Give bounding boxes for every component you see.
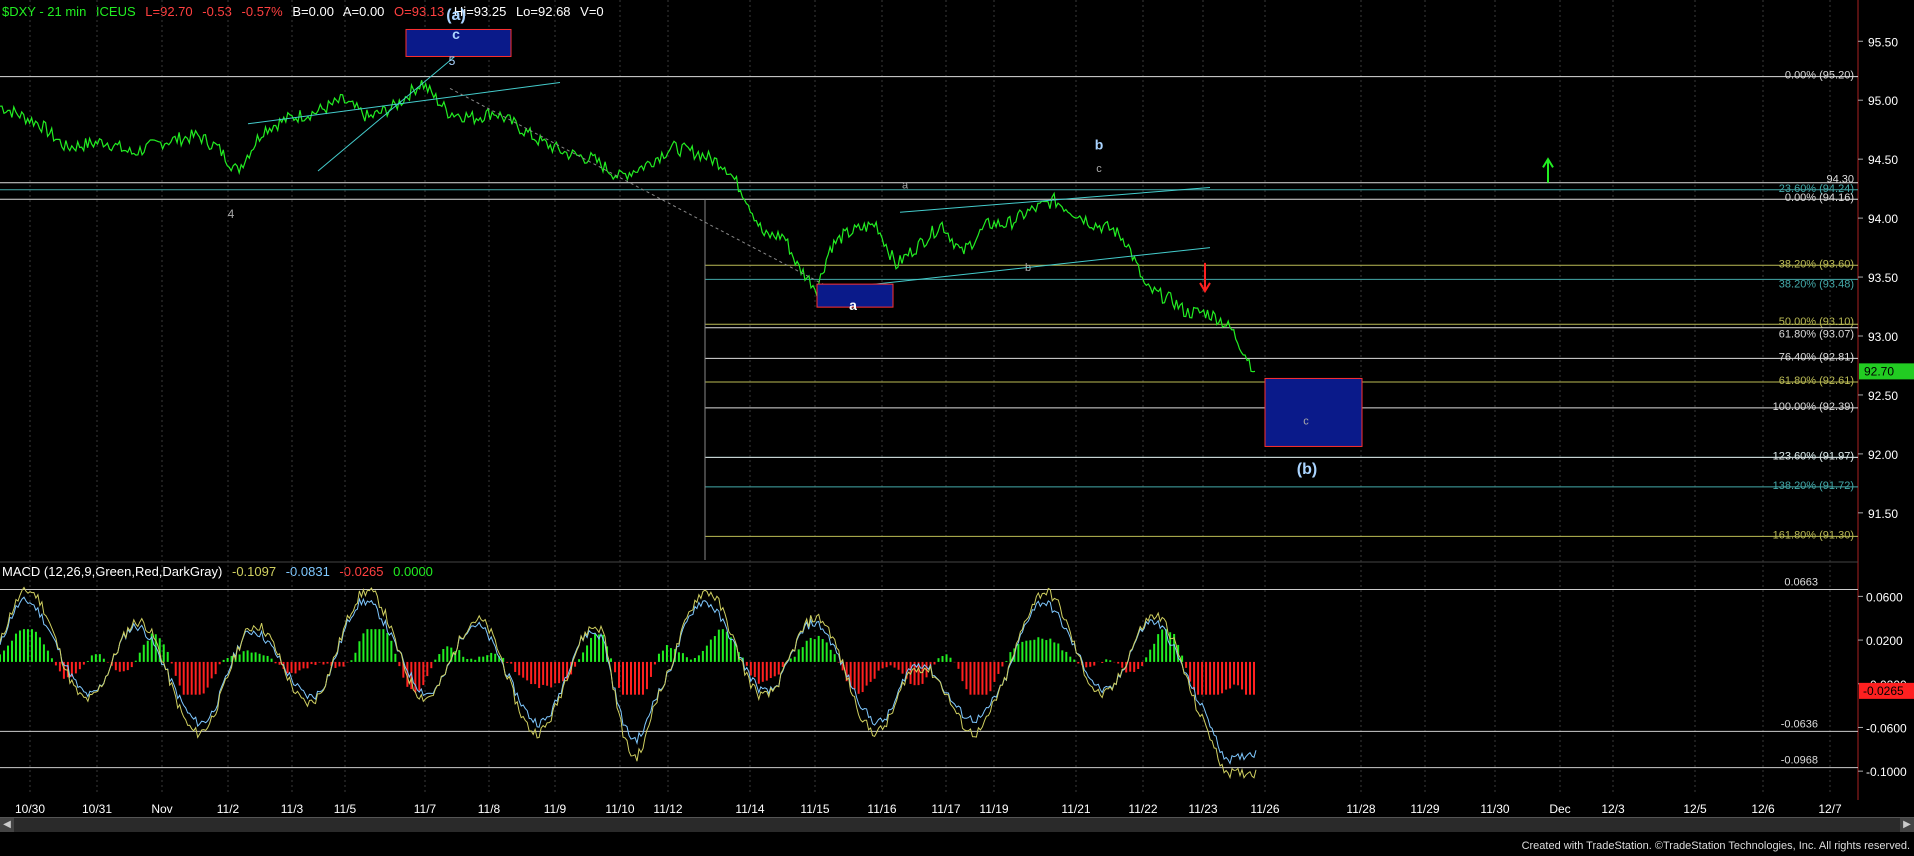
x-tick-label: 12/7	[1818, 802, 1842, 816]
y-tick-label: 95.50	[1868, 35, 1898, 49]
wave-label: (a)	[446, 7, 466, 24]
x-tick-label: 11/23	[1188, 802, 1217, 816]
macd-ref-label: 0.0663	[1784, 577, 1818, 589]
x-tick-label: 10/31	[82, 802, 112, 816]
wave-label: b	[1025, 262, 1031, 274]
y-tick-label: 93.50	[1868, 271, 1898, 285]
x-tick-label: 11/28	[1346, 802, 1375, 816]
price-chart[interactable]: 10/30 10/31 Nov 11/2 11/3 11/5 11/7 11/8 11/9 11/…	[0, 0, 1914, 856]
macd-ref-label: -0.0968	[1781, 755, 1818, 767]
x-tick-label: 11/17	[931, 802, 960, 816]
trend-dashed-line	[449, 87, 833, 290]
macd-ref-label: -0.0636	[1781, 718, 1818, 730]
down-arrow-icon	[1199, 262, 1211, 294]
macd-y-tick-label: 0.0600	[1866, 590, 1903, 604]
wave-label: c	[452, 26, 460, 42]
y-tick-label: 93.00	[1868, 330, 1898, 344]
fib-level-label: 61.80% (93.07)	[1779, 329, 1854, 341]
macd-y-tick-label: -0.0600	[1866, 721, 1907, 735]
fib-level-label: 161.80% (91.30)	[1773, 529, 1854, 541]
channel-line	[247, 82, 561, 125]
fib-level-label: 0.00% (95.20)	[1785, 70, 1854, 82]
x-tick-label: 11/29	[1410, 802, 1439, 816]
wave-label: (b)	[1297, 461, 1317, 478]
fib-level-label: 100.00% (92.39)	[1773, 401, 1854, 413]
macd-y-tick-label: -0.1000	[1866, 765, 1907, 779]
x-tick-label: 11/21	[1061, 802, 1090, 816]
y-tick-label: 95.00	[1868, 94, 1898, 108]
fib-level-label: 138.20% (91.72)	[1773, 480, 1854, 492]
y-tick-label: 94.50	[1868, 153, 1898, 167]
wave-label: 5	[449, 54, 456, 68]
wave-label: c	[1096, 163, 1102, 175]
x-tick-label: 11/22	[1128, 802, 1157, 816]
x-tick-label: 11/12	[653, 802, 682, 816]
y-tick-label: 91.50	[1868, 507, 1898, 521]
y-tick-label: 92.50	[1868, 389, 1898, 403]
fib-level-label: 38.20% (93.60)	[1779, 258, 1854, 270]
x-tick-label: 11/10	[605, 802, 634, 816]
x-tick-label: 10/30	[15, 802, 45, 816]
x-tick-label: 11/19	[979, 802, 1008, 816]
x-tick-label: 12/5	[1683, 802, 1707, 816]
wave-label: a	[849, 297, 857, 313]
wave-label: b	[1095, 137, 1104, 153]
x-tick-label: 11/14	[735, 802, 764, 816]
x-tick-label: 11/30	[1480, 802, 1509, 816]
y-tick-label: 92.00	[1868, 448, 1898, 462]
x-tick-label: 11/26	[1250, 802, 1279, 816]
x-tick-label: 11/2	[217, 802, 240, 816]
wave-label: 4	[228, 207, 235, 221]
x-tick-label: 11/8	[478, 802, 501, 816]
x-tick-label: 11/16	[867, 802, 896, 816]
x-tick-label: Nov	[151, 802, 172, 816]
macd-y-tick-label: 0.0200	[1866, 634, 1903, 648]
last-price-tag-label: 92.70	[1864, 364, 1894, 378]
fib-level-label: 61.80% (92.61)	[1779, 375, 1854, 387]
fib-level-label: 123.60% (91.97)	[1773, 450, 1854, 462]
fib-level-label: 50.00% (93.10)	[1779, 316, 1854, 328]
fib-level-label: 0.00% (94.16)	[1785, 192, 1854, 204]
x-tick-label: 11/15	[800, 802, 829, 816]
x-tick-label: 11/5	[334, 802, 357, 816]
fib-level-label: 38.20% (93.48)	[1779, 278, 1854, 290]
x-tick-label: 11/7	[414, 802, 437, 816]
horizontal-scrollbar[interactable]: ◀ ▶	[0, 817, 1914, 832]
x-tick-label: 11/9	[544, 802, 567, 816]
macd-last-tag-label: -0.0265	[1863, 684, 1904, 698]
y-tick-label: 94.00	[1868, 212, 1898, 226]
x-tick-label: 12/6	[1751, 802, 1775, 816]
wave-label: c	[1303, 415, 1309, 427]
fib-level-label: 76.40% (92.81)	[1779, 351, 1854, 363]
x-tick-label: Dec	[1549, 802, 1570, 816]
scroll-right-icon[interactable]: ▶	[1900, 818, 1914, 832]
x-tick-label: 11/3	[281, 802, 304, 816]
up-arrow-icon	[1542, 157, 1554, 183]
scroll-left-icon[interactable]: ◀	[0, 818, 14, 832]
wave-label: a	[902, 180, 909, 192]
target-box	[1264, 377, 1363, 447]
footer-credit: Created with TradeStation. ©TradeStation…	[1521, 840, 1910, 852]
x-tick-label: 12/3	[1601, 802, 1625, 816]
